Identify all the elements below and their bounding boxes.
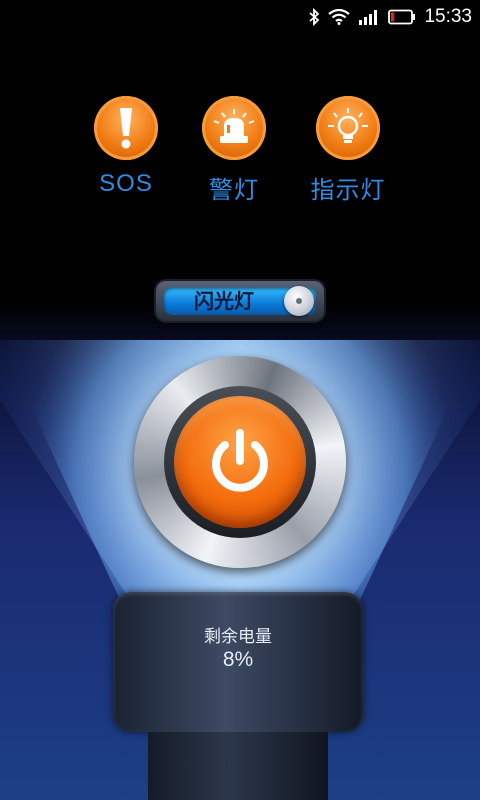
battery-icon <box>388 9 416 25</box>
power-icon <box>212 429 268 492</box>
sos-circle[interactable] <box>94 96 158 160</box>
blink-toggle-track[interactable]: 闪光灯 <box>164 286 316 316</box>
flashlight-grip <box>148 732 328 800</box>
bluetooth-icon <box>308 8 320 26</box>
power-button-face[interactable] <box>174 396 306 528</box>
sos-label: SOS <box>99 170 153 197</box>
indicator-circle[interactable] <box>316 96 380 160</box>
police-light-circle[interactable] <box>202 96 266 160</box>
indicator-mode-button[interactable]: 指示灯 <box>298 96 398 205</box>
police-light-label: 警灯 <box>209 177 259 204</box>
wifi-icon <box>328 9 351 25</box>
blink-toggle[interactable]: 闪光灯 <box>156 281 324 321</box>
status-time: 15:33 <box>424 6 472 27</box>
battery-label: 剩余电量 <box>204 627 272 647</box>
blink-toggle-label: 闪光灯 <box>194 289 254 313</box>
status-bar: 15:33 <box>0 0 480 34</box>
power-button[interactable] <box>134 356 346 568</box>
flashlight-screen: 15:33 SOS 警灯 指示灯 闪光灯 剩余电量 8% <box>0 0 480 800</box>
toggle-knob[interactable] <box>284 286 314 316</box>
bulb-icon <box>328 108 368 143</box>
battery-value: 8% <box>222 648 254 671</box>
indicator-label: 指示灯 <box>310 177 386 204</box>
sos-mode-button[interactable]: SOS <box>76 96 176 198</box>
signal-icon <box>358 9 380 25</box>
power-button-ring <box>164 386 316 538</box>
exclamation-icon <box>120 108 132 149</box>
police-light-mode-button[interactable]: 警灯 <box>184 96 284 205</box>
police-light-icon <box>213 109 255 143</box>
